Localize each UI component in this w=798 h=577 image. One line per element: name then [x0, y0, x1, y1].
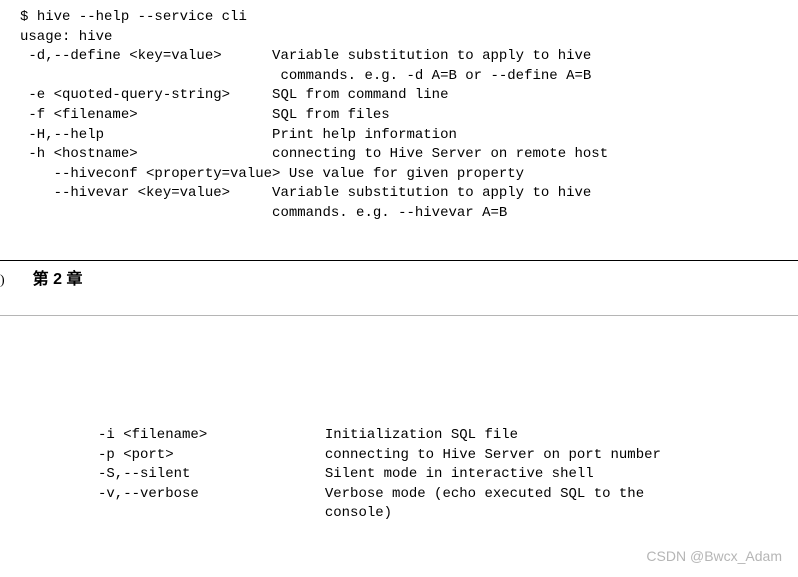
option-row: --hivevar <key=value> Variable substitut…: [20, 184, 778, 204]
option-flag: -H,--help: [20, 127, 272, 143]
page-gap: [0, 315, 798, 426]
chapter-title: 第 2 章: [33, 269, 83, 291]
option-desc: connecting to Hive Server on remote host: [272, 146, 608, 162]
option-row: -S,--silent Silent mode in interactive s…: [98, 465, 778, 485]
option-flag: -d,--define <key=value>: [20, 48, 272, 64]
option-flag: --hivevar <key=value>: [20, 185, 272, 201]
help-output-top: $ hive --help --service cli usage: hive …: [0, 0, 798, 232]
option-row: -e <quoted-query-string> SQL from comman…: [20, 86, 778, 106]
option-desc: Use value for given property: [289, 166, 524, 182]
option-row: --hiveconf <property=value> Use value fo…: [20, 165, 778, 185]
option-flag: [20, 205, 272, 221]
option-row: -p <port> connecting to Hive Server on p…: [98, 446, 778, 466]
watermark: CSDN @Bwcx_Adam: [646, 547, 782, 567]
option-flag: -i <filename>: [98, 427, 325, 443]
option-row: -h <hostname> connecting to Hive Server …: [20, 145, 778, 165]
option-row: console): [98, 504, 778, 524]
option-row: -d,--define <key=value> Variable substit…: [20, 47, 778, 67]
help-output-bottom: -i <filename> Initialization SQL file -p…: [0, 426, 798, 540]
option-flag: [20, 68, 272, 84]
option-desc: Variable substitution to apply to hive: [272, 48, 591, 64]
divider: [0, 260, 798, 261]
option-flag: -h <hostname>: [20, 146, 272, 162]
option-desc: Initialization SQL file: [325, 427, 518, 443]
option-desc: SQL from command line: [272, 87, 448, 103]
option-desc: SQL from files: [272, 107, 390, 123]
prompt: $: [20, 9, 28, 25]
option-flag: -S,--silent: [98, 466, 325, 482]
command-line: $ hive --help --service cli: [20, 8, 778, 28]
option-desc: connecting to Hive Server on port number: [325, 447, 661, 463]
option-flag: -v,--verbose: [98, 486, 325, 502]
option-desc: console): [325, 505, 392, 521]
chapter-header: ) 第 2 章: [0, 265, 798, 295]
option-desc: Verbose mode (echo executed SQL to the: [325, 486, 644, 502]
page-number: ): [0, 271, 5, 291]
option-row: -i <filename> Initialization SQL file: [98, 426, 778, 446]
command-text: hive --help --service cli: [37, 9, 247, 25]
option-row: -v,--verbose Verbose mode (echo executed…: [98, 485, 778, 505]
option-row: -f <filename> SQL from files: [20, 106, 778, 126]
option-row: -H,--help Print help information: [20, 126, 778, 146]
option-flag: [98, 505, 325, 521]
option-desc: Silent mode in interactive shell: [325, 466, 594, 482]
usage-line: usage: hive: [20, 28, 778, 48]
option-row: commands. e.g. --hivevar A=B: [20, 204, 778, 224]
option-desc: Print help information: [272, 127, 457, 143]
option-flag: -p <port>: [98, 447, 325, 463]
option-desc: commands. e.g. -d A=B or --define A=B: [272, 68, 591, 84]
option-desc: Variable substitution to apply to hive: [272, 185, 591, 201]
option-desc: commands. e.g. --hivevar A=B: [272, 205, 507, 221]
option-flag: -f <filename>: [20, 107, 272, 123]
option-flag: -e <quoted-query-string>: [20, 87, 272, 103]
option-row: commands. e.g. -d A=B or --define A=B: [20, 67, 778, 87]
option-flag: --hiveconf <property=value>: [20, 166, 289, 182]
